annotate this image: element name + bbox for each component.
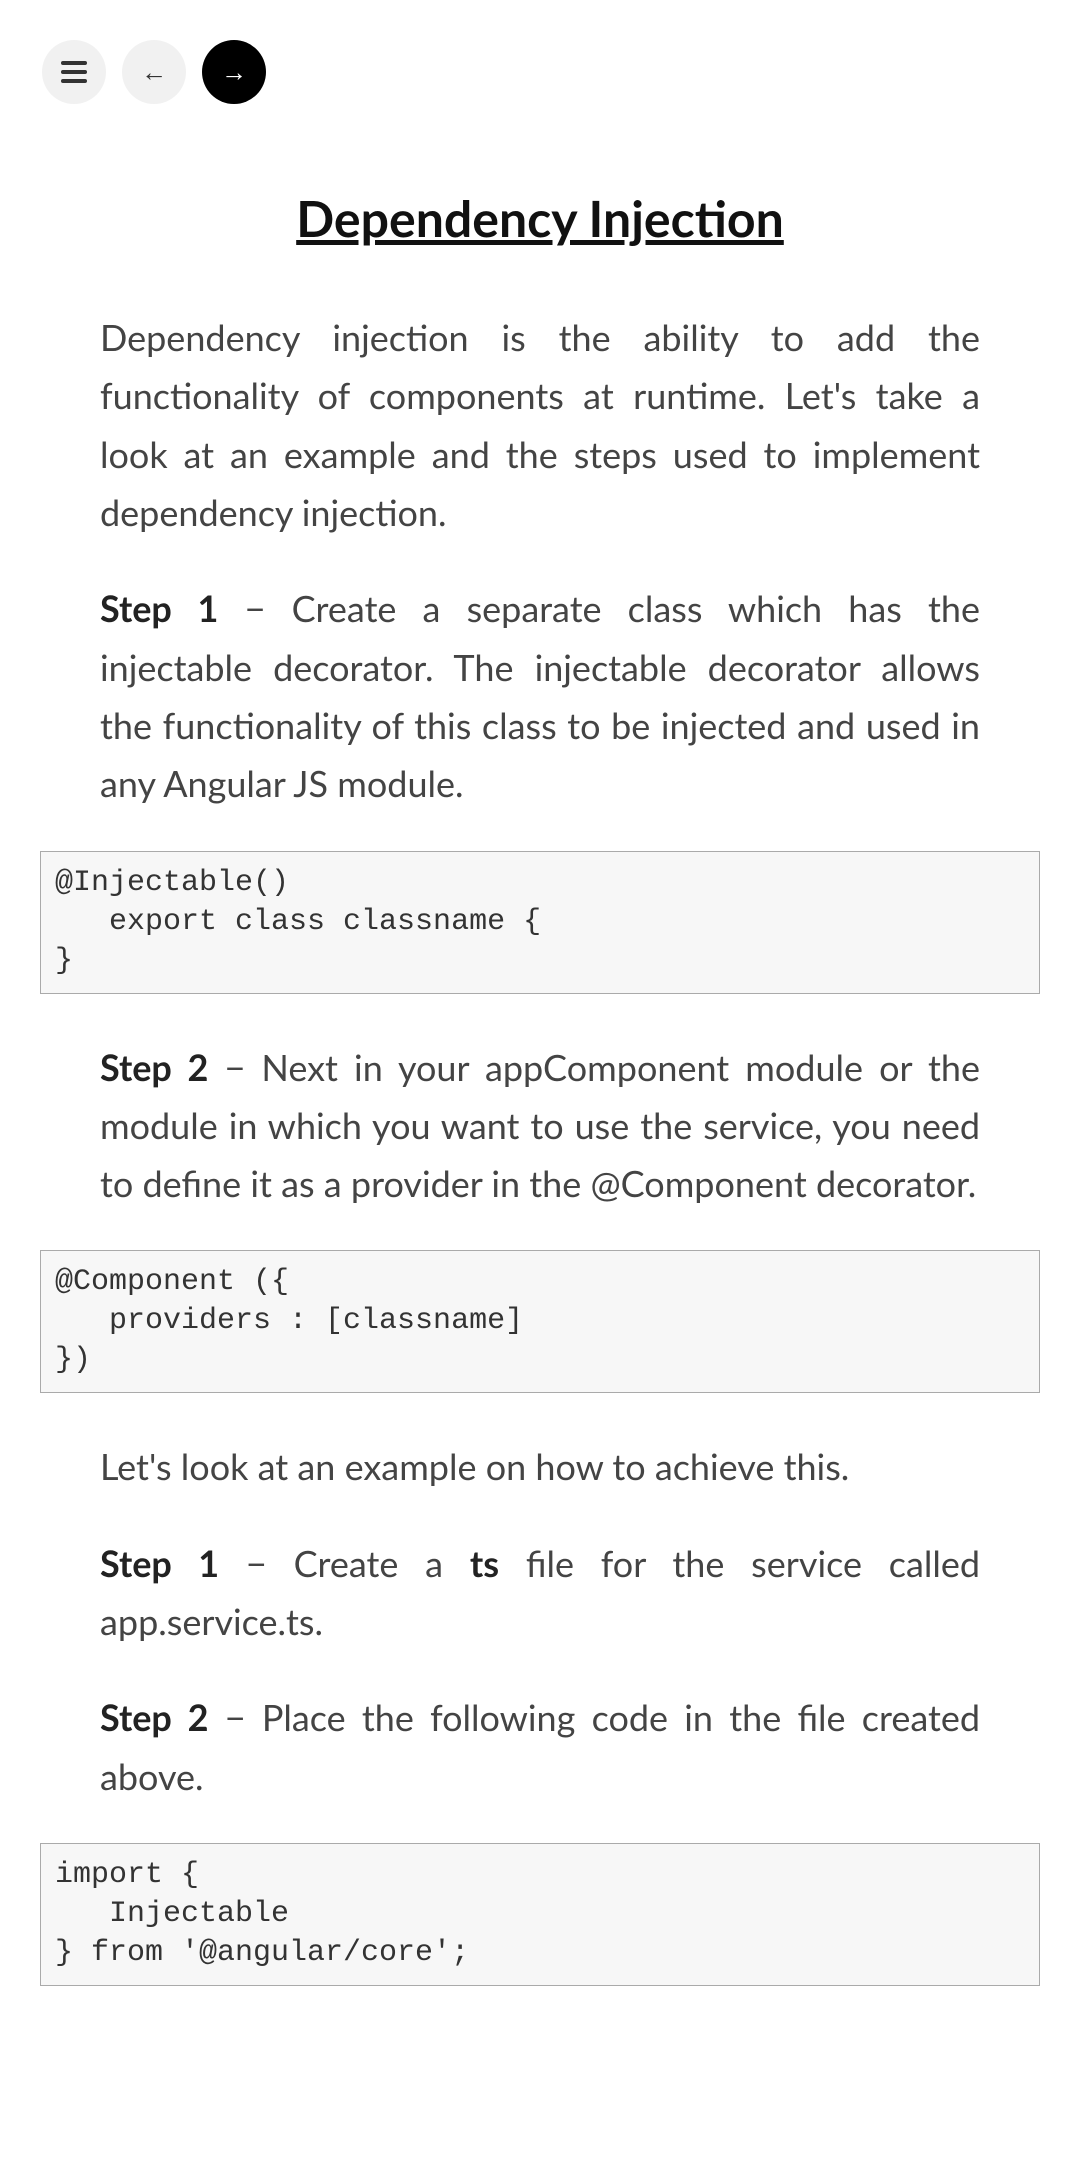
step2-label: Step 2 [100,1045,208,1089]
menu-button[interactable] [42,40,106,104]
code-block-3: import { Injectable } from '@angular/cor… [40,1843,1040,1986]
ex-step2-text: − Place the following code in the file c… [100,1695,980,1797]
ex-step1-before: − Create a [219,1541,470,1585]
step1-paragraph: Step 1 − Create a separate class which h… [100,579,980,812]
hamburger-icon [61,61,87,83]
ex-step1-bold: ts [470,1541,499,1585]
arrow-right-icon: → [221,57,247,88]
arrow-left-icon: ← [141,57,167,88]
code-block-1: @Injectable() export class classname { } [40,851,1040,994]
intro-paragraph: Dependency injection is the ability to a… [100,308,980,541]
step1-text: − Create a separate class which has the … [100,586,980,805]
step2-paragraph: Step 2 − Next in your appComponent modul… [100,1038,980,1213]
ex-step2-paragraph: Step 2 − Place the following code in the… [100,1688,980,1805]
code-block-2: @Component ({ providers : [classname] }) [40,1250,1040,1393]
prev-button[interactable]: ← [122,40,186,104]
next-button[interactable]: → [202,40,266,104]
step1-label: Step 1 [100,586,218,630]
step2-text: − Next in your appComponent module or th… [100,1045,980,1206]
ex-step2-label: Step 2 [100,1695,209,1739]
example-intro: Let's look at an example on how to achie… [100,1437,980,1495]
ex-step1-paragraph: Step 1 − Create a ts file for the servic… [100,1534,980,1651]
page-title: Dependency Injection [40,188,1040,248]
ex-step1-label: Step 1 [100,1541,219,1585]
